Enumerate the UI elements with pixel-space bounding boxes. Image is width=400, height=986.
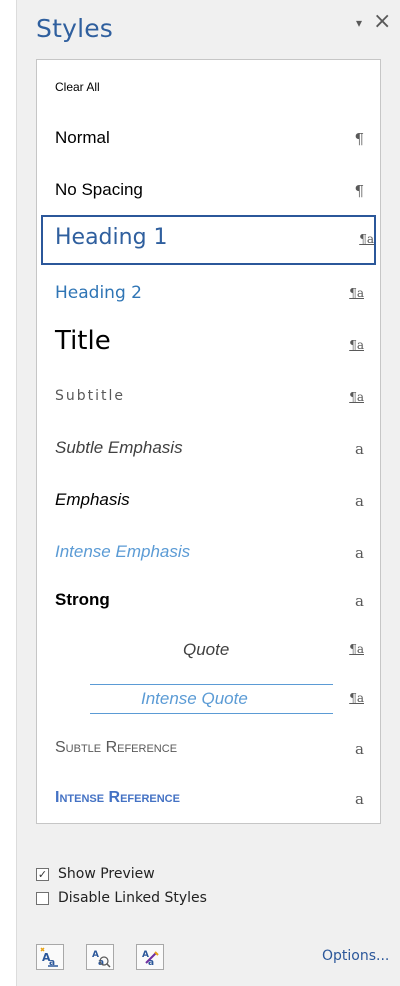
style-item-quote[interactable]: Quote ¶a	[41, 632, 376, 672]
style-name: Emphasis	[55, 490, 130, 509]
style-item-intense-quote[interactable]: Intense Quote ¶a	[41, 678, 376, 722]
style-name: Intense Reference	[55, 789, 180, 806]
style-item-intense-reference[interactable]: Intense Reference a	[41, 780, 376, 820]
style-name: Heading 1	[55, 225, 168, 250]
linked-style-icon: ¶a	[349, 338, 364, 352]
pane-title: Styles	[36, 14, 114, 43]
character-style-icon: a	[355, 492, 364, 510]
style-name: Strong	[55, 590, 110, 609]
style-name: Heading 2	[55, 283, 142, 303]
style-item-normal[interactable]: Normal ¶	[41, 122, 376, 158]
style-item-heading-2[interactable]: Heading 2 ¶a	[41, 276, 376, 316]
styles-pane: Styles ▾ × Clear All Normal ¶ No Spacing…	[16, 0, 400, 986]
style-name: Normal	[55, 128, 110, 147]
style-name: Subtitle	[55, 388, 126, 404]
paragraph-style-icon: ¶	[354, 182, 364, 200]
linked-style-icon: ¶a	[349, 286, 364, 300]
character-style-icon: a	[355, 740, 364, 758]
style-item-subtle-reference[interactable]: Subtle Reference a	[41, 730, 376, 770]
style-item-no-spacing[interactable]: No Spacing ¶	[41, 174, 376, 210]
style-name: Quote	[183, 640, 230, 659]
options-link[interactable]: Options...	[322, 948, 389, 964]
style-name: No Spacing	[55, 180, 143, 199]
style-name: Intense Quote	[141, 689, 248, 708]
manage-styles-button[interactable]: A a	[136, 944, 164, 970]
style-name: Intense Emphasis	[55, 542, 191, 561]
style-name: Clear All	[55, 80, 100, 94]
style-item-subtitle[interactable]: Subtitle ¶a	[41, 378, 376, 418]
style-item-intense-emphasis[interactable]: Intense Emphasis a	[41, 534, 376, 574]
character-style-icon: a	[355, 440, 364, 458]
disable-linked-styles-checkbox[interactable]	[36, 892, 49, 905]
style-name: Subtle Reference	[55, 739, 178, 756]
paragraph-style-icon: ¶	[354, 130, 364, 148]
style-item-title[interactable]: Title ¶a	[41, 322, 376, 368]
style-item-clear-all[interactable]: Clear All	[41, 74, 376, 104]
style-name: Title	[55, 326, 111, 356]
linked-style-icon: ¶a	[349, 390, 364, 404]
pane-options-dropdown-icon[interactable]: ▾	[356, 16, 362, 30]
new-style-icon: A a	[40, 947, 58, 968]
linked-style-icon: ¶a	[359, 232, 374, 246]
style-inspector-icon: A a	[92, 950, 111, 968]
style-item-emphasis[interactable]: Emphasis a	[41, 482, 376, 522]
character-style-icon: a	[355, 592, 364, 610]
close-pane-icon[interactable]: ×	[373, 11, 391, 33]
style-gallery-list: Clear All Normal ¶ No Spacing ¶ Heading …	[36, 59, 381, 824]
new-style-button[interactable]: A a	[36, 944, 64, 970]
show-preview-checkbox[interactable]: ✓	[36, 868, 49, 881]
style-item-strong[interactable]: Strong a	[41, 582, 376, 622]
style-item-subtle-emphasis[interactable]: Subtle Emphasis a	[41, 430, 376, 470]
manage-styles-icon: A a	[142, 950, 159, 968]
style-name: Subtle Emphasis	[55, 438, 183, 457]
linked-style-icon: ¶a	[349, 642, 364, 656]
linked-style-icon: ¶a	[349, 691, 364, 705]
disable-linked-styles-label: Disable Linked Styles	[58, 890, 207, 906]
style-item-heading-1[interactable]: Heading 1 ¶a	[41, 215, 376, 265]
character-style-icon: a	[355, 790, 364, 808]
show-preview-label: Show Preview	[58, 866, 155, 882]
style-inspector-button[interactable]: A a	[86, 944, 114, 970]
character-style-icon: a	[355, 544, 364, 562]
